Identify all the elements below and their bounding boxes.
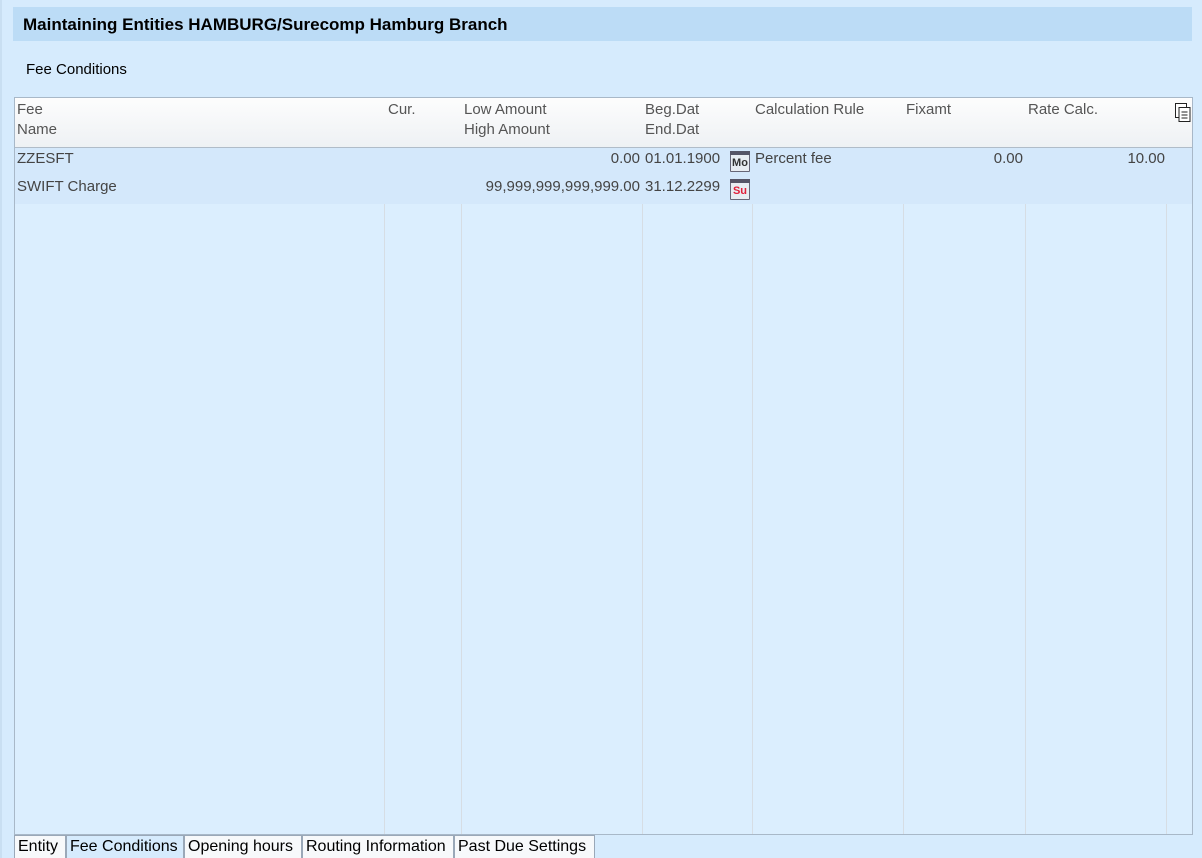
- cell-name: ZZESFT: [17, 150, 74, 167]
- header-dates[interactable]: Beg.Dat End.Dat: [643, 98, 752, 147]
- cell-rate-calc: 10.00: [1127, 150, 1165, 167]
- header-cur-label: Cur.: [388, 101, 416, 118]
- cell-calc-rule: Percent fee: [755, 150, 832, 167]
- table-header: Fee Name Cur. Low Amount High Amount Beg…: [15, 98, 1192, 148]
- column-divider[interactable]: [1166, 98, 1167, 834]
- column-divider[interactable]: [1025, 98, 1026, 834]
- tab-fee-conditions[interactable]: Fee Conditions: [66, 835, 184, 858]
- header-amount[interactable]: Low Amount High Amount: [462, 98, 642, 147]
- header-calc-rule[interactable]: Calculation Rule: [753, 98, 903, 147]
- table-row[interactable]: ZZESFT 0.00 01.01.1900 Mo Percent fee 0.…: [15, 148, 1192, 176]
- tab-entity[interactable]: Entity: [14, 835, 66, 858]
- column-divider[interactable]: [642, 98, 643, 834]
- cell-amount: 99,999,999,999,999.00: [485, 178, 640, 195]
- column-divider[interactable]: [461, 98, 462, 834]
- cell-calc-rule: [755, 176, 901, 204]
- cell-name: SWIFT Charge: [17, 178, 117, 195]
- section-label: Fee Conditions: [26, 61, 127, 78]
- cell-cur: [386, 148, 459, 176]
- column-divider[interactable]: [752, 98, 753, 834]
- cell-fixamt: 0.00: [993, 150, 1023, 167]
- header-name-label: Name: [17, 121, 58, 138]
- tab-past-due-settings[interactable]: Past Due Settings: [454, 835, 595, 858]
- calendar-icon[interactable]: Mo: [730, 151, 750, 172]
- title-bar: Maintaining Entities HAMBURG/Surecomp Ha…: [13, 7, 1192, 41]
- column-divider[interactable]: [903, 98, 904, 834]
- header-fixamt[interactable]: Fixamt: [904, 98, 1025, 147]
- calendar-icon[interactable]: Su: [730, 179, 750, 200]
- page-title: Maintaining Entities HAMBURG/Surecomp Ha…: [23, 15, 508, 34]
- header-low-amount-label: Low Amount: [464, 101, 547, 118]
- copy-document-icon[interactable]: [1175, 103, 1191, 123]
- header-fixamt-label: Fixamt: [906, 101, 951, 118]
- cell-fixamt: [904, 176, 1023, 204]
- calendar-day-label: Su: [732, 185, 748, 197]
- header-fee-label: Fee: [17, 101, 43, 118]
- header-currency[interactable]: Cur.: [386, 98, 461, 147]
- cell-cur: [386, 176, 459, 204]
- tab-routing-information[interactable]: Routing Information: [302, 835, 454, 858]
- cell-date: 31.12.2299: [645, 178, 721, 195]
- header-rate-calc-label: Rate Calc.: [1028, 101, 1099, 118]
- header-beg-date-label: Beg.Dat: [645, 101, 700, 118]
- fee-conditions-table: Fee Name Cur. Low Amount High Amount Beg…: [14, 97, 1193, 835]
- cell-amount: 0.00: [610, 150, 640, 167]
- window-left-edge: [0, 0, 2, 858]
- tab-opening-hours[interactable]: Opening hours: [184, 835, 302, 858]
- table-row[interactable]: SWIFT Charge 99,999,999,999,999.00 31.12…: [15, 176, 1192, 204]
- header-fee-name[interactable]: Fee Name: [15, 98, 384, 147]
- header-end-date-label: End.Dat: [645, 121, 700, 138]
- cell-date: 01.01.1900: [645, 150, 721, 167]
- header-calc-rule-label: Calculation Rule: [755, 101, 865, 118]
- column-divider[interactable]: [384, 98, 385, 834]
- header-high-amount-label: High Amount: [464, 121, 550, 138]
- calendar-day-label: Mo: [732, 157, 748, 169]
- cell-rate-calc: [1026, 176, 1165, 204]
- header-rate-calc[interactable]: Rate Calc.: [1026, 98, 1166, 147]
